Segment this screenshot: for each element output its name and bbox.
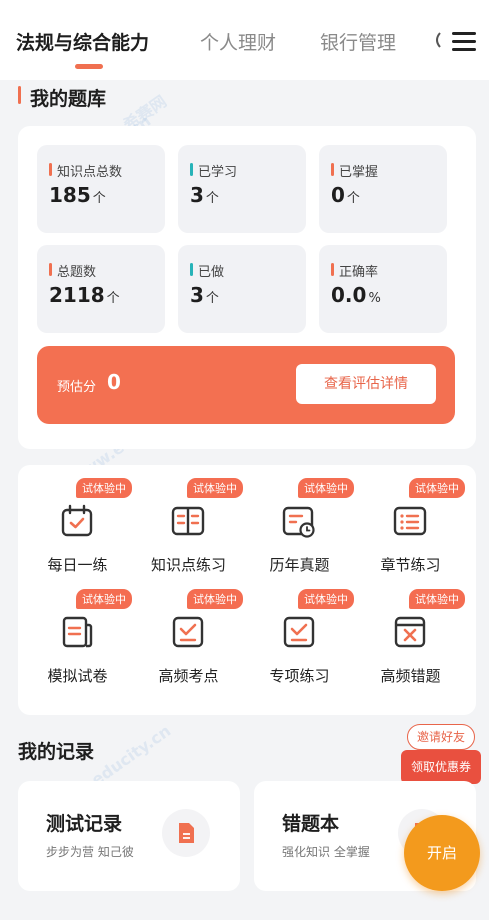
test-records-card[interactable]: 测试记录 步步为营 知己彼: [18, 781, 240, 891]
my-records-title: 我的记录: [18, 741, 95, 763]
tab-finance[interactable]: 个人理财: [200, 28, 276, 55]
cross-box-icon: [394, 616, 426, 648]
stat-mastered[interactable]: 已掌握 0个: [319, 145, 447, 233]
stat-label: 正确率: [331, 261, 378, 280]
trial-badge: 试体验中: [409, 589, 465, 609]
tab-bank-management[interactable]: 银行管理: [320, 28, 396, 55]
estimated-score-label: 预估分: [57, 380, 97, 395]
estimated-score-value: 0: [107, 370, 121, 394]
card-title: 错题本: [282, 813, 340, 835]
stat-value: 185 个: [49, 183, 106, 207]
stat-label: 已学习: [190, 161, 237, 180]
check-box-icon: [172, 616, 204, 648]
feature-label: 高频错题: [380, 667, 441, 685]
section-accent-bar: [18, 86, 21, 104]
stat-learned[interactable]: 已学习 3个: [178, 145, 306, 233]
check-box-icon: [283, 616, 315, 648]
estimated-score-bar: 预估分 0 查看评估详情: [37, 346, 455, 424]
stat-value: 0个: [331, 183, 360, 207]
feature-label: 模拟试卷: [47, 667, 108, 685]
stat-knowledge-total[interactable]: 知识点总数 185 个: [37, 145, 165, 233]
card-subtitle: 步步为营 知己彼: [46, 845, 134, 859]
exam-paper-icon: [62, 616, 93, 648]
stat-accuracy[interactable]: 正确率 0.0%: [319, 245, 447, 333]
invite-friends-label: 邀请好友: [407, 724, 475, 750]
invite-friends-banner[interactable]: 邀请好友 领取优惠券: [401, 720, 481, 784]
list-icon: [393, 506, 427, 536]
feature-label: 章节练习: [380, 556, 441, 574]
stat-question-total[interactable]: 总题数 2118 个: [37, 245, 165, 333]
feature-label: 每日一练: [47, 556, 108, 574]
stat-label: 已做: [190, 261, 224, 280]
book-open-icon: [171, 506, 205, 536]
calendar-check-icon: [61, 504, 93, 537]
trial-badge: 试体验中: [76, 478, 132, 498]
top-tab-bar: 法规与综合能力 个人理财 银行管理: [0, 0, 489, 80]
start-fab-button[interactable]: 开启: [404, 815, 480, 891]
feature-high-frequency-points[interactable]: 试体验中 高频考点: [133, 589, 244, 699]
trial-badge: 试体验中: [187, 589, 243, 609]
card-subtitle: 强化知识 全掌握: [282, 845, 370, 859]
feature-label: 历年真题: [269, 556, 330, 574]
stat-value: 3个: [190, 183, 219, 207]
tab-active-indicator: [75, 64, 103, 69]
card-title: 测试记录: [46, 813, 123, 835]
document-icon: [162, 809, 210, 857]
feature-frequent-mistakes[interactable]: 试体验中 高频错题: [355, 589, 466, 699]
stat-label: 知识点总数: [49, 161, 122, 180]
stat-value: 3个: [190, 283, 219, 307]
feature-special-practice[interactable]: 试体验中 专项练习: [244, 589, 355, 699]
feature-label: 专项练习: [269, 667, 330, 685]
trial-badge: 试体验中: [409, 478, 465, 498]
feature-mock-exam[interactable]: 试体验中 模拟试卷: [22, 589, 133, 699]
stat-value: 2118 个: [49, 283, 120, 307]
tab-overflow-icon: [436, 32, 441, 48]
stat-label: 已掌握: [331, 161, 378, 180]
feature-label: 知识点练习: [150, 556, 226, 574]
feature-knowledge-practice[interactable]: 试体验中 知识点练习: [133, 478, 244, 588]
stat-value: 0.0%: [331, 283, 381, 307]
trial-badge: 试体验中: [76, 589, 132, 609]
stat-label: 总题数: [49, 261, 96, 280]
tab-law[interactable]: 法规与综合能力: [16, 28, 149, 55]
view-assessment-button[interactable]: 查看评估详情: [296, 364, 436, 404]
feature-past-exams[interactable]: 试体验中 历年真题: [244, 478, 355, 588]
feature-label: 高频考点: [158, 667, 219, 685]
trial-badge: 试体验中: [187, 478, 243, 498]
my-bank-title: 我的题库: [30, 88, 107, 110]
document-clock-icon: [282, 506, 315, 538]
feature-daily-practice[interactable]: 试体验中 每日一练: [22, 478, 133, 588]
stat-done[interactable]: 已做 3个: [178, 245, 306, 333]
claim-coupon-label: 领取优惠券: [401, 750, 481, 784]
trial-badge: 试体验中: [298, 478, 354, 498]
trial-badge: 试体验中: [298, 589, 354, 609]
menu-icon[interactable]: [452, 32, 476, 52]
feature-chapter-practice[interactable]: 试体验中 章节练习: [355, 478, 466, 588]
